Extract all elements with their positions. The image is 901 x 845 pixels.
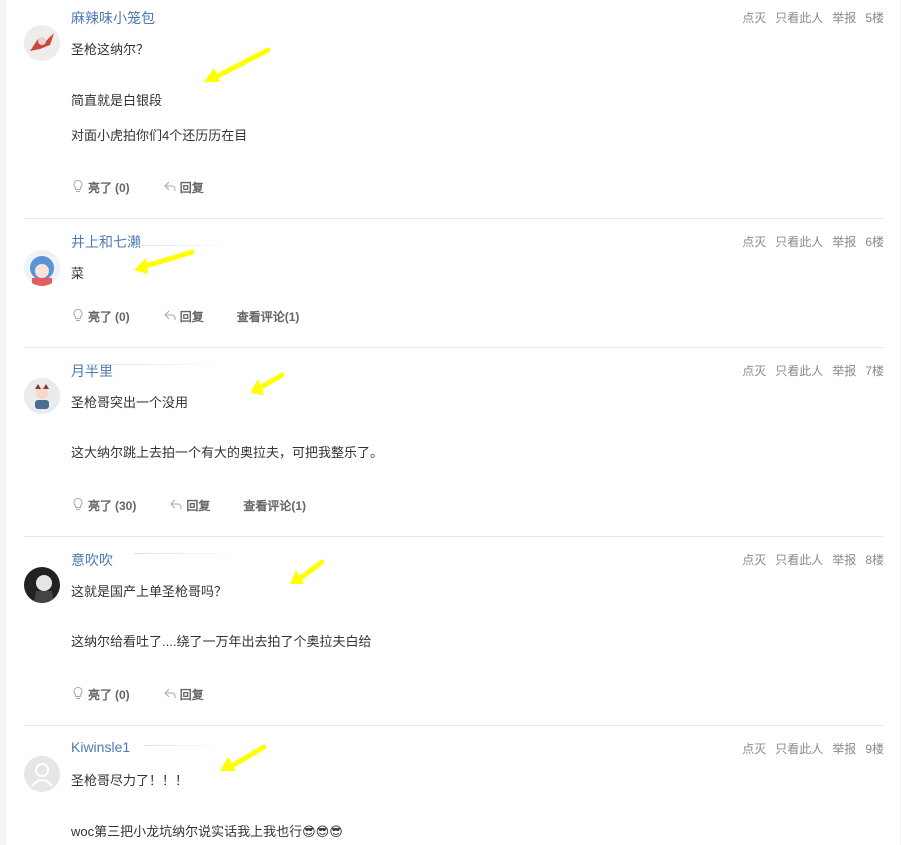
floor-number: 7楼 bbox=[865, 364, 884, 378]
reply-label: 回复 bbox=[186, 499, 211, 513]
light-off-link[interactable]: 点灭 bbox=[742, 362, 766, 379]
reply-post: 意吹吹 点灭 只看此人 举报 8楼 这就是国产上单圣枪哥吗？ 这纳尔给看吐了..… bbox=[24, 550, 884, 726]
like-label: 亮了 bbox=[88, 688, 113, 702]
post-actions: 点灭 只看此人 举报 8楼 bbox=[742, 551, 884, 568]
divider-fade bbox=[86, 364, 236, 365]
reply-footer: 亮了 (0) 回复 bbox=[71, 686, 237, 703]
floor-number: 6楼 bbox=[865, 235, 884, 249]
reply-footer: 亮了 (0) 回复 bbox=[71, 179, 237, 196]
bulb-icon bbox=[71, 308, 85, 325]
reply-paragraph: 菜 bbox=[71, 266, 85, 281]
yellow-arrow-annotation bbox=[134, 249, 195, 274]
yellow-arrow-annotation bbox=[220, 744, 267, 771]
reply-label: 回复 bbox=[179, 688, 204, 702]
only-this-user-link[interactable]: 只看此人 bbox=[775, 9, 823, 26]
like-label: 亮了 bbox=[88, 499, 113, 513]
only-this-user-link[interactable]: 只看此人 bbox=[775, 551, 823, 568]
username[interactable]: 麻辣味小笼包 bbox=[71, 8, 155, 28]
reply-paragraph: 圣枪哥突出一个没用 bbox=[71, 395, 189, 410]
reply-footer: 亮了 (0) 回复 查看评论(1) bbox=[71, 308, 332, 325]
like-label: 亮了 bbox=[88, 310, 113, 324]
floor-number: 9楼 bbox=[865, 742, 884, 756]
like-count: (0) bbox=[115, 180, 130, 195]
reply-paragraph: 圣枪哥尽力了！！！ bbox=[71, 773, 189, 788]
only-this-user-link[interactable]: 只看此人 bbox=[775, 233, 823, 250]
yellow-arrow-annotation bbox=[204, 47, 271, 82]
floor-number: 8楼 bbox=[865, 553, 884, 567]
bulb-icon bbox=[71, 497, 85, 514]
username[interactable]: 意吹吹 bbox=[71, 550, 113, 570]
report-link[interactable]: 举报 bbox=[832, 233, 856, 250]
reply-paragraph: 这大纳尔跳上去拍一个有大的奥拉夫，可把我整乐了。 bbox=[71, 445, 384, 460]
divider-fade bbox=[144, 745, 224, 746]
like-label: 亮了 bbox=[88, 181, 113, 195]
reply-label: 回复 bbox=[179, 310, 204, 324]
reply-paragraph: 这就是国产上单圣枪哥吗？ bbox=[71, 584, 228, 599]
post-actions: 点灭 只看此人 举报 7楼 bbox=[742, 362, 884, 379]
avatar[interactable] bbox=[24, 756, 60, 792]
yellow-arrow-annotation bbox=[290, 559, 325, 584]
reply-label: 回复 bbox=[179, 181, 204, 195]
light-off-link[interactable]: 点灭 bbox=[742, 551, 766, 568]
reply-arrow-icon bbox=[163, 686, 177, 703]
report-link[interactable]: 举报 bbox=[832, 362, 856, 379]
avatar[interactable] bbox=[24, 25, 60, 61]
divider-fade bbox=[134, 553, 244, 554]
light-off-link[interactable]: 点灭 bbox=[742, 233, 766, 250]
avatar[interactable] bbox=[24, 378, 60, 414]
bulb-icon bbox=[71, 179, 85, 196]
like-button[interactable]: 亮了 (0) bbox=[71, 308, 130, 325]
reply-button[interactable]: 回复 bbox=[169, 497, 210, 514]
reply-button[interactable]: 回复 bbox=[163, 686, 204, 703]
reply-paragraph: 这纳尔给看吐了....绕了一万年出去拍了个奥拉夫白给 bbox=[71, 634, 372, 649]
view-comments-button[interactable]: 查看评论(1) bbox=[237, 308, 300, 325]
like-count: (0) bbox=[115, 309, 130, 324]
light-off-link[interactable]: 点灭 bbox=[742, 9, 766, 26]
avatar-default-icon bbox=[24, 756, 60, 792]
report-link[interactable]: 举报 bbox=[832, 9, 856, 26]
report-link[interactable]: 举报 bbox=[832, 740, 856, 757]
reply-post: 井上和七濑 点灭 只看此人 举报 6楼 菜 亮了 (0) 回复 查看评论(1) bbox=[24, 232, 884, 348]
only-this-user-link[interactable]: 只看此人 bbox=[775, 362, 823, 379]
reply-arrow-icon bbox=[169, 497, 183, 514]
reply-footer: 亮了 (30) 回复 查看评论(1) bbox=[71, 497, 339, 514]
like-button[interactable]: 亮了 (0) bbox=[71, 686, 130, 703]
username[interactable]: Kiwinsle1 bbox=[71, 739, 130, 755]
post-actions: 点灭 只看此人 举报 9楼 bbox=[742, 740, 884, 757]
reply-arrow-icon bbox=[163, 308, 177, 325]
reply-paragraph: 对面小虎拍你们4个还历历在目 bbox=[71, 128, 248, 143]
like-count: (30) bbox=[115, 498, 137, 513]
yellow-arrow-annotation bbox=[250, 372, 285, 395]
reply-paragraph: woc第三把小龙坑纳尔说实话我上我也行😎😎😎 bbox=[71, 824, 343, 839]
light-off-link[interactable]: 点灭 bbox=[742, 740, 766, 757]
floor-number: 5楼 bbox=[865, 11, 884, 25]
post-actions: 点灭 只看此人 举报 5楼 bbox=[742, 9, 884, 26]
reply-paragraph: 圣枪这纳尔？ bbox=[71, 42, 150, 57]
like-button[interactable]: 亮了 (0) bbox=[71, 179, 130, 196]
only-this-user-link[interactable]: 只看此人 bbox=[775, 740, 823, 757]
like-count: (0) bbox=[115, 687, 130, 702]
reply-post: 月半里 点灭 只看此人 举报 7楼 圣枪哥突出一个没用 这大纳尔跳上去拍一个有大… bbox=[24, 361, 884, 537]
avatar[interactable] bbox=[24, 250, 60, 286]
bulb-icon bbox=[71, 686, 85, 703]
avatar[interactable] bbox=[24, 567, 60, 603]
like-button[interactable]: 亮了 (30) bbox=[71, 497, 136, 514]
reply-button[interactable]: 回复 bbox=[163, 179, 204, 196]
reply-post: 麻辣味小笼包 点灭 只看此人 举报 5楼 圣枪这纳尔？ 简直就是白银段 对面小虎… bbox=[24, 8, 884, 219]
reply-post: Kiwinsle1 点灭 只看此人 举报 9楼 圣枪哥尽力了！！！ woc第三把… bbox=[24, 739, 884, 845]
reply-button[interactable]: 回复 bbox=[163, 308, 204, 325]
report-link[interactable]: 举报 bbox=[832, 551, 856, 568]
post-actions: 点灭 只看此人 举报 6楼 bbox=[742, 233, 884, 250]
reply-paragraph: 简直就是白银段 bbox=[71, 93, 163, 108]
reply-list: 麻辣味小笼包 点灭 只看此人 举报 5楼 圣枪这纳尔？ 简直就是白银段 对面小虎… bbox=[6, 0, 900, 845]
view-comments-button[interactable]: 查看评论(1) bbox=[243, 497, 306, 514]
reply-arrow-icon bbox=[163, 179, 177, 196]
